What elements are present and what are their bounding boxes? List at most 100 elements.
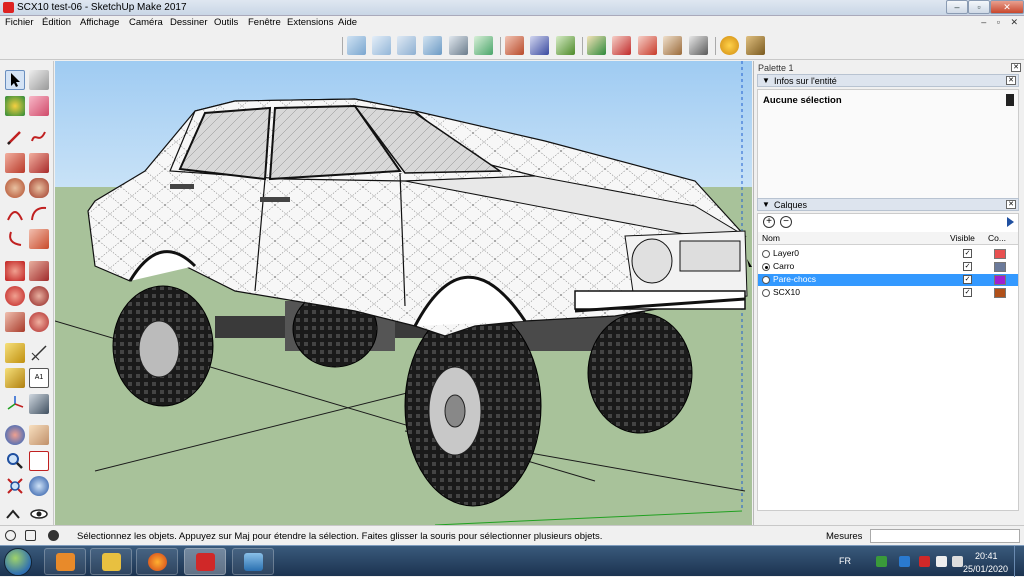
- close-icon[interactable]: ✕: [1006, 200, 1016, 209]
- offset-icon[interactable]: [29, 312, 49, 332]
- look-around-icon[interactable]: [29, 506, 49, 526]
- close-icon[interactable]: ✕: [1011, 63, 1021, 72]
- details-arrow-icon[interactable]: [1007, 217, 1014, 227]
- tools-icon[interactable]: [746, 36, 765, 55]
- zoom-icon[interactable]: [5, 451, 25, 471]
- layers-header[interactable]: ▼ Calques ✕: [757, 198, 1019, 211]
- sandbox-from-contours-icon[interactable]: [505, 36, 524, 55]
- toggle-details-icon[interactable]: [1006, 94, 1014, 106]
- collapse-triangle-icon[interactable]: ▼: [762, 76, 770, 85]
- back-view-icon[interactable]: [449, 36, 468, 55]
- zoom-extents-icon[interactable]: [5, 476, 25, 496]
- text-tool-icon[interactable]: A1: [29, 368, 49, 388]
- top-view-icon[interactable]: [372, 36, 391, 55]
- layer-row[interactable]: SCX10 ✓: [758, 287, 1018, 299]
- maximize-button[interactable]: ▫: [968, 0, 990, 14]
- freehand-icon[interactable]: [29, 127, 49, 147]
- active-layer-radio[interactable]: [762, 289, 770, 297]
- language-indicator[interactable]: FR: [839, 556, 851, 566]
- sandbox-from-scratch-icon[interactable]: [530, 36, 549, 55]
- close-button[interactable]: ✕: [990, 0, 1024, 14]
- taskbar-sketchup[interactable]: [184, 548, 226, 575]
- drape-icon[interactable]: [612, 36, 631, 55]
- geolocation-status-icon[interactable]: [5, 530, 16, 541]
- menu-edition[interactable]: Édition: [42, 17, 71, 28]
- menu-dessiner[interactable]: Dessiner: [170, 17, 208, 28]
- menu-affichage[interactable]: Affichage: [80, 17, 119, 28]
- network-icon[interactable]: [936, 556, 947, 567]
- sketchup-app-icon[interactable]: [3, 2, 14, 13]
- previous-view-icon[interactable]: [29, 476, 49, 496]
- circle-icon[interactable]: [5, 178, 25, 198]
- pan-hand-icon[interactable]: [29, 425, 49, 445]
- clock-time[interactable]: 20:41: [975, 551, 998, 561]
- start-button[interactable]: [4, 548, 32, 576]
- pie-icon[interactable]: [29, 229, 49, 249]
- add-detail-icon[interactable]: [638, 36, 657, 55]
- column-color[interactable]: Co...: [988, 233, 1006, 243]
- user-account-icon[interactable]: [48, 530, 59, 541]
- layer-name[interactable]: Layer0: [773, 248, 799, 258]
- active-layer-radio[interactable]: [762, 276, 770, 284]
- menu-outils[interactable]: Outils: [214, 17, 238, 28]
- right-view-icon[interactable]: [423, 36, 442, 55]
- layer-row[interactable]: Layer0 ✓: [758, 248, 1018, 260]
- column-visible[interactable]: Visible: [950, 233, 975, 243]
- dimension-icon[interactable]: [29, 343, 49, 363]
- arc-icon[interactable]: [5, 204, 25, 224]
- show-desktop-button[interactable]: [1014, 546, 1024, 577]
- follow-me-icon[interactable]: [29, 286, 49, 306]
- taskbar-explorer[interactable]: [90, 548, 132, 575]
- front-view-icon[interactable]: [397, 36, 416, 55]
- make-component-icon[interactable]: [29, 70, 49, 90]
- eraser-icon[interactable]: [29, 96, 49, 116]
- zoom-window-icon[interactable]: [29, 451, 49, 471]
- rectangle-icon[interactable]: [5, 153, 25, 173]
- flip-edge-icon[interactable]: [663, 36, 682, 55]
- visible-checkbox[interactable]: ✓: [963, 262, 972, 271]
- entity-info-header[interactable]: ▼ Infos sur l'entité ✕: [757, 74, 1019, 87]
- layer-color-swatch[interactable]: [994, 262, 1006, 272]
- polygon-icon[interactable]: [29, 178, 49, 198]
- three-point-arc-icon[interactable]: [5, 229, 25, 249]
- layer-name[interactable]: SCX10: [773, 287, 800, 297]
- orbit-icon[interactable]: [5, 425, 25, 445]
- geolocation-icon[interactable]: [720, 36, 739, 55]
- tape-measure-icon[interactable]: [5, 343, 25, 363]
- menu-fenetre[interactable]: Fenêtre: [248, 17, 281, 28]
- layer-row[interactable]: Carro ✓: [758, 261, 1018, 273]
- car-model-render[interactable]: [55, 61, 752, 525]
- layer-name[interactable]: Carro: [773, 261, 794, 271]
- active-layer-radio[interactable]: [762, 250, 770, 258]
- rotated-rectangle-icon[interactable]: [29, 153, 49, 173]
- close-icon[interactable]: ✕: [1006, 76, 1016, 85]
- taskbar-firefox[interactable]: [136, 548, 178, 575]
- credits-icon[interactable]: [25, 530, 36, 541]
- push-pull-icon[interactable]: [29, 261, 49, 281]
- extension-warehouse-icon[interactable]: [689, 36, 708, 55]
- stamp-icon[interactable]: [587, 36, 606, 55]
- layer-color-swatch[interactable]: [994, 288, 1006, 298]
- drawing-viewport[interactable]: [55, 61, 752, 525]
- active-layer-radio[interactable]: [762, 263, 770, 271]
- position-camera-icon[interactable]: [5, 506, 25, 526]
- layer-color-swatch[interactable]: [994, 275, 1006, 285]
- taskbar-media-player[interactable]: [44, 548, 86, 575]
- taskbar-photo-viewer[interactable]: [232, 548, 274, 575]
- iso-view-icon[interactable]: [347, 36, 366, 55]
- layer-row-selected[interactable]: Pare-chocs ✓: [758, 274, 1018, 286]
- menu-extensions[interactable]: Extensions: [287, 17, 333, 28]
- layer-color-swatch[interactable]: [994, 249, 1006, 259]
- left-view-icon[interactable]: [474, 36, 493, 55]
- clock-date[interactable]: 25/01/2020: [963, 564, 1008, 574]
- move-icon[interactable]: [5, 261, 25, 281]
- pencil-icon[interactable]: [5, 127, 25, 147]
- protractor-icon[interactable]: [5, 368, 25, 388]
- security-icon[interactable]: [919, 556, 930, 567]
- arrow-select-icon[interactable]: [5, 70, 25, 90]
- collapse-triangle-icon[interactable]: ▼: [762, 200, 770, 209]
- add-layer-button[interactable]: +: [763, 216, 775, 228]
- tray-app-icon[interactable]: [876, 556, 887, 567]
- visible-checkbox[interactable]: ✓: [963, 288, 972, 297]
- paint-bucket-icon[interactable]: [5, 96, 25, 116]
